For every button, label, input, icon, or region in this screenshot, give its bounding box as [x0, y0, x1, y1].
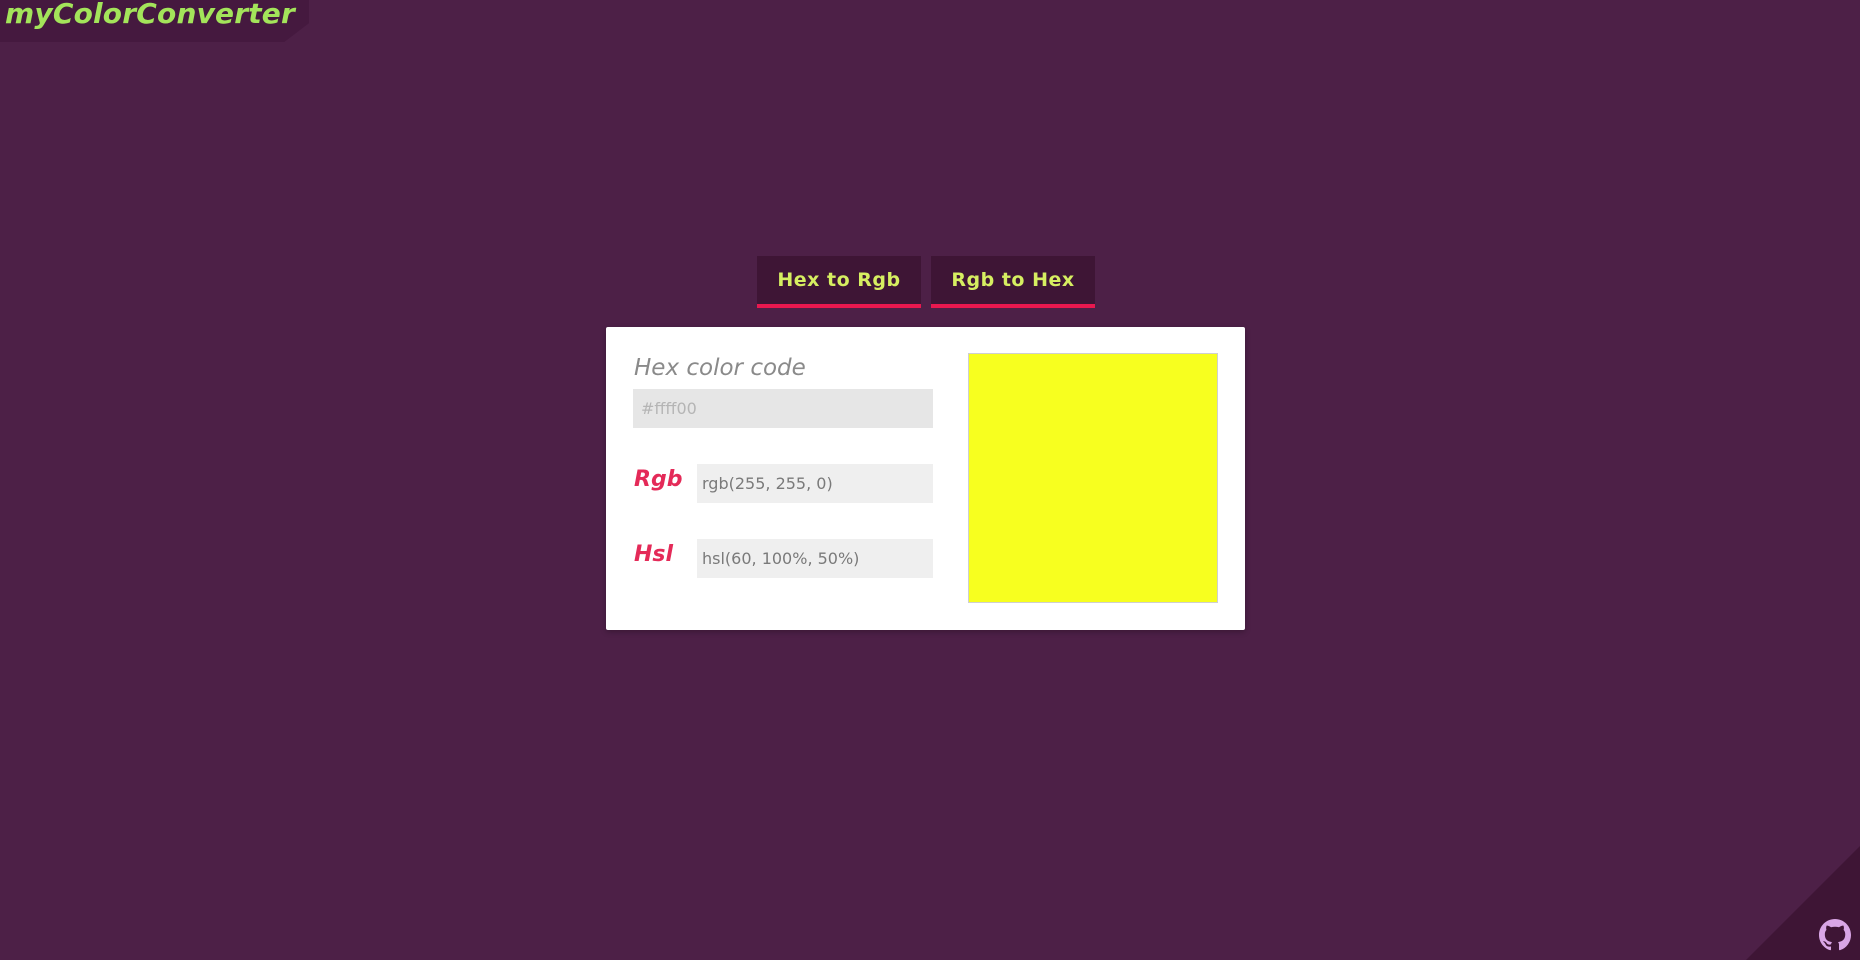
hsl-label: Hsl — [634, 542, 674, 567]
hex-input[interactable] — [633, 389, 933, 428]
tab-rgb-to-hex[interactable]: Rgb to Hex — [931, 256, 1095, 308]
hex-color-code-label: Hex color code — [634, 355, 806, 381]
converter-card: Hex color code Rgb Hsl — [606, 327, 1245, 630]
hsl-output[interactable] — [697, 539, 933, 578]
app-logo[interactable]: myColorConverter — [0, 0, 310, 42]
rgb-label: Rgb — [634, 467, 683, 492]
github-icon[interactable] — [1819, 919, 1851, 951]
mode-tabs: Hex to Rgb Rgb to Hex — [757, 256, 1095, 308]
rgb-output[interactable] — [697, 464, 933, 503]
tab-hex-to-rgb[interactable]: Hex to Rgb — [757, 256, 921, 308]
color-preview-swatch — [968, 353, 1218, 603]
app-logo-text: myColorConverter — [5, 0, 296, 30]
